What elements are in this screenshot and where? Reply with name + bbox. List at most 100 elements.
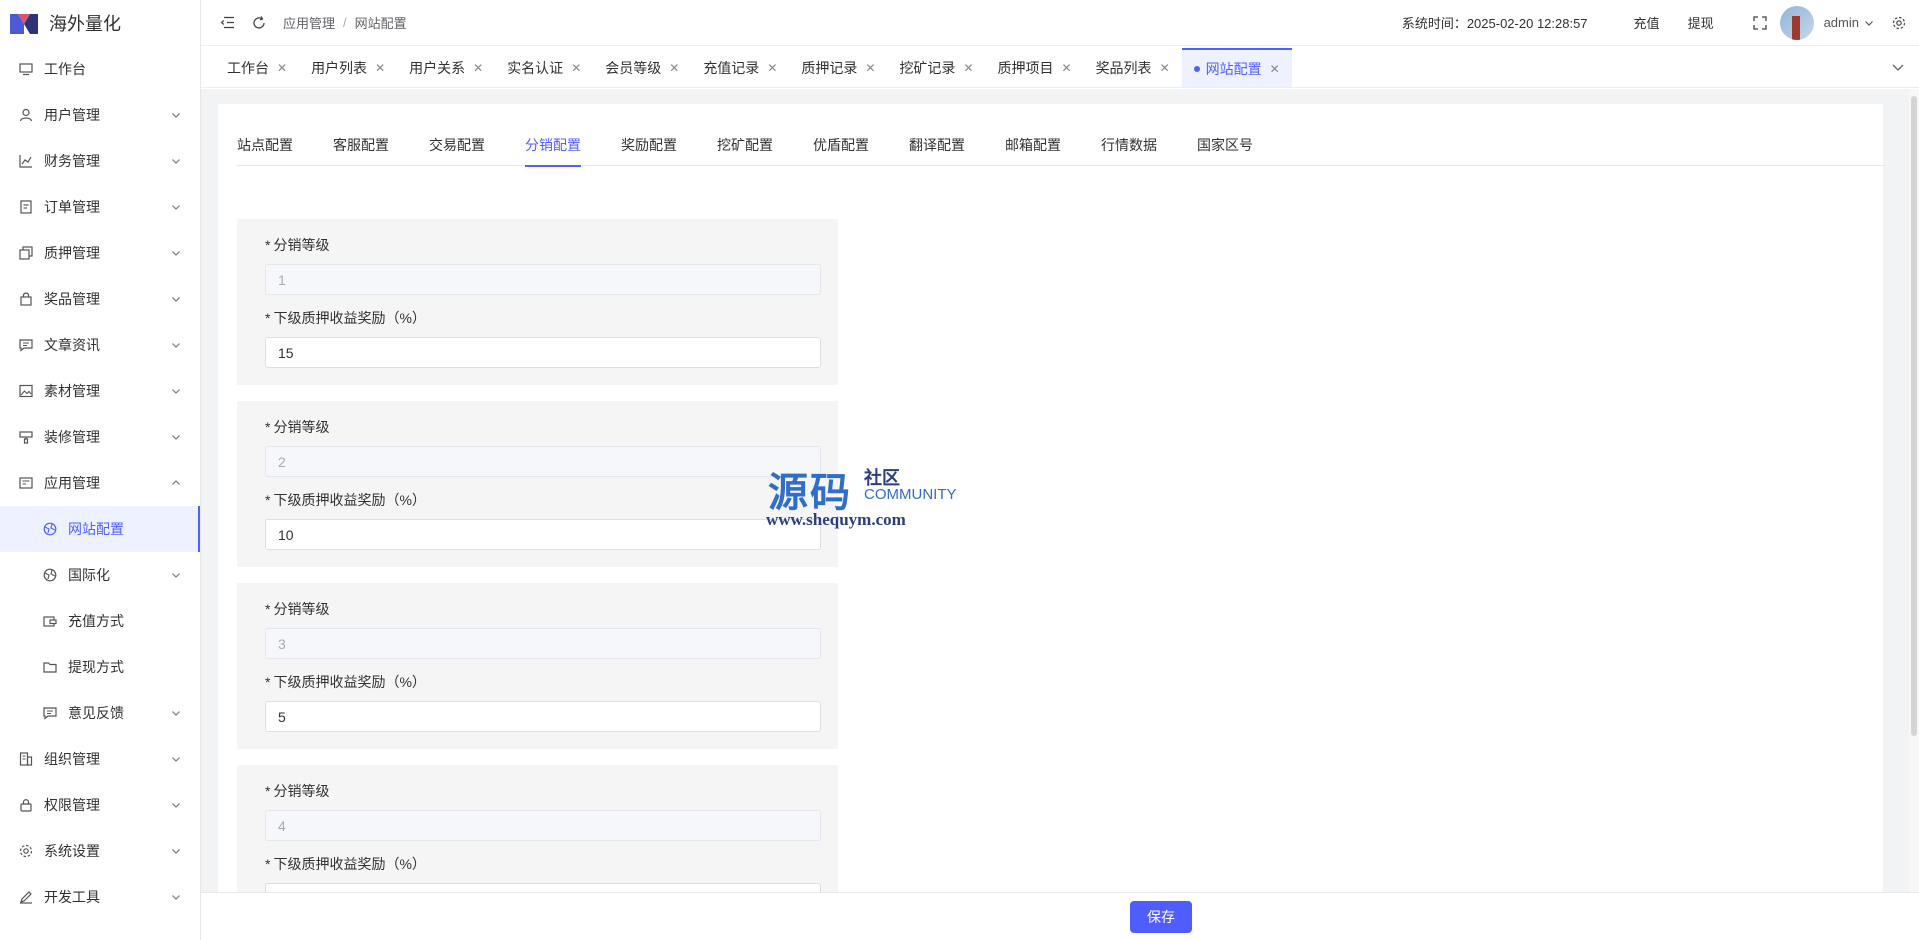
sidebar-item-i18n[interactable]: 国际化 (0, 552, 200, 598)
close-icon[interactable]: ✕ (1062, 61, 1072, 75)
breadcrumb-item[interactable]: 应用管理 (283, 13, 335, 32)
tab-distribution[interactable]: 分销配置 (525, 124, 581, 167)
sidebar-item-label: 奖品管理 (44, 291, 100, 307)
tab-pledge-records[interactable]: 质押记录 ✕ (789, 48, 887, 87)
breadcrumb: 应用管理 / 网站配置 (283, 13, 407, 32)
tab-email[interactable]: 邮箱配置 (1005, 124, 1061, 166)
sidebar-item-site-config[interactable]: 网站配置 (0, 506, 200, 552)
sidebar-item-label: 用户管理 (44, 107, 100, 123)
tab-user-list[interactable]: 用户列表 ✕ (299, 48, 397, 87)
close-icon[interactable]: ✕ (669, 61, 679, 75)
sidebar-item-users[interactable]: 用户管理 (0, 92, 200, 138)
user-icon (18, 107, 34, 123)
close-icon[interactable]: ✕ (473, 61, 483, 75)
sidebar-item-pledge[interactable]: 质押管理 (0, 230, 200, 276)
tab-label: 实名认证 (507, 59, 564, 76)
field-label: * 下级质押收益奖励（%） (265, 856, 426, 872)
scrollbar-thumb[interactable] (1911, 96, 1917, 736)
chevron-down-icon (172, 113, 180, 118)
reward-percent-input[interactable]: 5 (265, 701, 821, 732)
close-icon[interactable]: ✕ (767, 61, 777, 75)
tab-trade[interactable]: 交易配置 (429, 124, 485, 166)
close-icon[interactable]: ✕ (963, 61, 973, 75)
tab-rewards[interactable]: 奖励配置 (621, 124, 677, 166)
page-tabs: 工作台 ✕ 用户列表 ✕ 用户关系 ✕ 实名认证 ✕ 会员等级 ✕ 充值记录 ✕ 质押记录 ✕… (201, 48, 1919, 88)
save-button[interactable]: 保存 (1130, 901, 1192, 933)
globe-icon (42, 521, 58, 537)
tab-mining-records[interactable]: 挖矿记录 ✕ (887, 48, 985, 87)
reward-percent-input[interactable] (265, 883, 821, 892)
copy-icon (18, 245, 34, 261)
sidebar-item-label: 提现方式 (68, 659, 124, 675)
sidebar-item-feedback[interactable]: 意见反馈 (0, 690, 200, 736)
close-icon[interactable]: ✕ (277, 61, 287, 75)
logo[interactable]: 海外量化 (0, 0, 200, 46)
tab-kyc[interactable]: 实名认证 ✕ (495, 48, 593, 87)
field-label: * 分销等级 (265, 237, 330, 253)
reward-percent-input[interactable]: 10 (265, 519, 821, 550)
tab-country-codes[interactable]: 国家区号 (1197, 124, 1253, 166)
tab-market-data[interactable]: 行情数据 (1101, 124, 1157, 166)
field-label: * 下级质押收益奖励（%） (265, 674, 426, 690)
tab-user-relations[interactable]: 用户关系 ✕ (397, 48, 495, 87)
building-icon (18, 751, 34, 767)
chevron-down-icon (172, 711, 180, 716)
breadcrumb-separator: / (343, 15, 347, 30)
sidebar-item-label: 充值方式 (68, 613, 124, 629)
close-icon[interactable]: ✕ (571, 61, 581, 75)
user-dropdown[interactable]: admin (1824, 15, 1875, 30)
monitor-icon (18, 61, 34, 77)
sidebar-item-label: 装修管理 (44, 429, 100, 445)
tab-site-settings[interactable]: 站点配置 (237, 124, 293, 166)
sidebar-item-apps[interactable]: 应用管理 (0, 460, 200, 506)
level-card: * 分销等级 4 * 下级质押收益奖励（%） (237, 765, 838, 892)
sidebar-item-dev-tools[interactable]: 开发工具 (0, 874, 200, 920)
tab-recharge-records[interactable]: 充值记录 ✕ (691, 48, 789, 87)
sidebar-item-decoration[interactable]: 装修管理 (0, 414, 200, 460)
menu-fold-icon[interactable] (219, 15, 235, 31)
sidebar-item-workbench[interactable]: 工作台 (0, 46, 200, 92)
sidebar-item-label: 意见反馈 (68, 705, 124, 721)
sidebar-item-permissions[interactable]: 权限管理 (0, 782, 200, 828)
sidebar-item-label: 组织管理 (44, 751, 100, 767)
close-icon[interactable]: ✕ (375, 61, 385, 75)
close-icon[interactable]: ✕ (1160, 61, 1170, 75)
tab-prize-list[interactable]: 奖品列表 ✕ (1084, 48, 1182, 87)
chevron-down-icon[interactable] (1891, 60, 1905, 74)
fullscreen-icon[interactable] (1752, 15, 1768, 31)
reward-percent-input[interactable]: 15 (265, 337, 821, 368)
footer-bar: 保存 (201, 892, 1919, 940)
withdraw-link[interactable]: 提现 (1688, 13, 1714, 32)
sidebar-item-system-settings[interactable]: 系统设置 (0, 828, 200, 874)
sidebar-item-articles[interactable]: 文章资讯 (0, 322, 200, 368)
sidebar-item-prizes[interactable]: 奖品管理 (0, 276, 200, 322)
chevron-down-icon (172, 297, 180, 302)
app-title: 海外量化 (49, 14, 121, 34)
tab-customer-service[interactable]: 客服配置 (333, 124, 389, 166)
sidebar-item-orders[interactable]: 订单管理 (0, 184, 200, 230)
recharge-link[interactable]: 充值 (1634, 13, 1660, 32)
tab-mining[interactable]: 挖矿配置 (717, 124, 773, 166)
sidebar-item-organization[interactable]: 组织管理 (0, 736, 200, 782)
sidebar-item-recharge-methods[interactable]: 充值方式 (0, 598, 200, 644)
close-icon[interactable]: ✕ (1270, 62, 1280, 76)
tab-site-config[interactable]: 网站配置 ✕ (1181, 48, 1292, 87)
tab-member-levels[interactable]: 会员等级 ✕ (593, 48, 691, 87)
tab-pledge-projects[interactable]: 质押项目 ✕ (986, 48, 1084, 87)
close-icon[interactable]: ✕ (865, 61, 875, 75)
sidebar-item-label: 网站配置 (68, 521, 124, 537)
sidebar-item-withdraw-methods[interactable]: 提现方式 (0, 644, 200, 690)
avatar[interactable] (1779, 5, 1814, 40)
tab-workbench[interactable]: 工作台 ✕ (215, 48, 299, 87)
username: admin (1823, 15, 1859, 30)
logo-icon (10, 14, 38, 34)
tab-translation[interactable]: 翻译配置 (909, 124, 965, 166)
brush-icon (18, 429, 34, 445)
gear-icon[interactable] (1891, 15, 1907, 31)
sidebar-item-materials[interactable]: 素材管理 (0, 368, 200, 414)
bag-icon (18, 291, 34, 307)
tab-udun[interactable]: 优盾配置 (813, 124, 869, 166)
refresh-icon[interactable] (251, 15, 267, 31)
chevron-down-icon (172, 849, 180, 854)
sidebar-item-finance[interactable]: 财务管理 (0, 138, 200, 184)
